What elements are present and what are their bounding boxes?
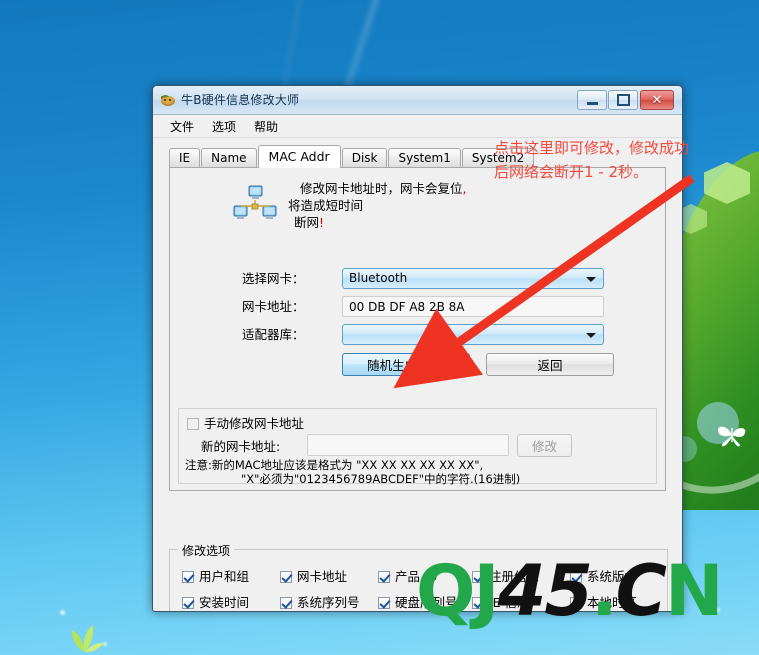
checkbox-box: [280, 571, 292, 583]
menu-item-file[interactable]: 文件: [161, 116, 203, 137]
window-title: 牛B硬件信息修改大师: [181, 93, 300, 107]
watermark-part-2: 45: [497, 550, 593, 632]
warning-mark-3: !: [319, 215, 325, 230]
option-label: 用户和组: [199, 569, 250, 584]
warning-line-3: 断网: [294, 215, 320, 230]
back-button[interactable]: 返回: [486, 353, 614, 376]
menu-item-help[interactable]: 帮助: [245, 116, 287, 137]
adapter-select[interactable]: Bluetooth: [342, 268, 604, 289]
mac-address-value: 00 DB DF A8 2B 8A: [349, 300, 465, 314]
window-client-area: IE Name MAC Addr Disk System1 System2 修改…: [153, 138, 682, 611]
mac-format-note: 注意:新的MAC地址应该是格式为 "XX XX XX XX XX XX", "X…: [185, 458, 520, 486]
chevron-down-icon: [586, 277, 596, 282]
warning-line-1: 修改网卡地址时，网卡会复位: [300, 181, 463, 196]
tab-mac-addr[interactable]: MAC Addr: [257, 145, 341, 168]
modify-options-title: 修改选项: [178, 542, 235, 559]
adapter-label: 选择网卡：: [242, 271, 305, 286]
new-mac-input[interactable]: [307, 434, 509, 456]
butterfly-icon: [717, 426, 746, 447]
new-mac-label: 新的网卡地址:: [201, 439, 281, 454]
manual-edit-checkbox[interactable]: 手动修改网卡地址: [187, 413, 304, 432]
watermark-part-1: QJ: [416, 550, 500, 632]
close-icon: ✕: [651, 92, 663, 108]
row-adapter: 选择网卡： Bluetooth: [170, 268, 665, 290]
site-watermark: QJ45.CN: [416, 556, 724, 626]
mac-label: 网卡地址：: [242, 299, 305, 314]
random-mac-button[interactable]: 随机生成MAC: [342, 353, 470, 376]
manual-edit-label: 手动修改网卡地址: [204, 416, 305, 431]
option-mac-address[interactable]: 网卡地址: [280, 566, 347, 585]
note-line-1: 注意:新的MAC地址应该是格式为 "XX XX XX XX XX XX",: [185, 458, 484, 472]
menu-bar: 文件 选项 帮助: [153, 115, 682, 138]
tab-page-mac-addr: 修改网卡地址时，网卡会复位, 将造成短时间 断网! 选择网卡： Bluetoot…: [169, 167, 666, 491]
watermark-part-3: .: [590, 550, 618, 632]
mac-address-field[interactable]: 00 DB DF A8 2B 8A: [342, 296, 604, 317]
checkbox-box: [187, 418, 199, 430]
watermark-part-5: N: [664, 550, 724, 632]
leaf-decoration: [71, 625, 104, 653]
minimize-button[interactable]: [577, 90, 607, 110]
warning-text: 修改网卡地址时，网卡会复位, 将造成短时间 断网!: [288, 180, 467, 231]
tab-name[interactable]: Name: [201, 148, 257, 168]
checkbox-box: [378, 597, 390, 609]
watermark-part-4: C: [615, 550, 667, 632]
warning-line-3-wrap: 断网!: [294, 214, 467, 231]
annotation-line-2: 后网络会断开1 - 2秒。: [494, 163, 649, 181]
warning-mark-1: ,: [462, 181, 467, 196]
checkbox-box: [378, 571, 390, 583]
annotation-line-1: 点击这里即可修改，修改成功: [494, 139, 690, 157]
note-line-2: "X"必须为"0123456789ABCDEF"中的字符.(16进制): [241, 472, 521, 486]
network-icon: [233, 185, 277, 219]
tab-disk[interactable]: Disk: [341, 148, 388, 168]
row-mac: 网卡地址： 00 DB DF A8 2B 8A: [170, 296, 665, 318]
maximize-button[interactable]: [608, 90, 638, 110]
checkbox-box: [182, 571, 194, 583]
menu-item-options[interactable]: 选项: [203, 116, 245, 137]
manual-edit-panel: 手动修改网卡地址 新的网卡地址: 修改 注意:新的MAC地址应该是格式为 "XX…: [178, 408, 657, 486]
warning-line-2: 将造成短时间: [288, 198, 364, 213]
library-select[interactable]: [342, 324, 604, 345]
option-label: 系统序列号: [297, 595, 360, 610]
checkbox-box: [280, 597, 292, 609]
window-titlebar[interactable]: 牛B硬件信息修改大师 ✕: [153, 86, 682, 115]
tab-system1[interactable]: System1: [388, 148, 461, 168]
option-label: 网卡地址: [297, 569, 348, 584]
checkbox-box: [182, 597, 194, 609]
tab-ie[interactable]: IE: [169, 148, 201, 168]
option-user-and-group[interactable]: 用户和组: [182, 566, 249, 585]
annotation-text: 点击这里即可修改，修改成功 后网络会断开1 - 2秒。: [494, 136, 724, 184]
app-icon: [160, 94, 175, 106]
row-library: 适配器库：: [170, 324, 665, 346]
option-install-time[interactable]: 安装时间: [182, 592, 249, 611]
chevron-down-icon: [586, 333, 596, 338]
close-button[interactable]: ✕: [640, 90, 674, 110]
option-label: 安装时间: [199, 595, 250, 610]
modify-button[interactable]: 修改: [517, 434, 572, 457]
option-system-serial[interactable]: 系统序列号: [280, 592, 360, 611]
adapter-select-value: Bluetooth: [349, 271, 408, 285]
library-label: 适配器库：: [242, 327, 305, 342]
